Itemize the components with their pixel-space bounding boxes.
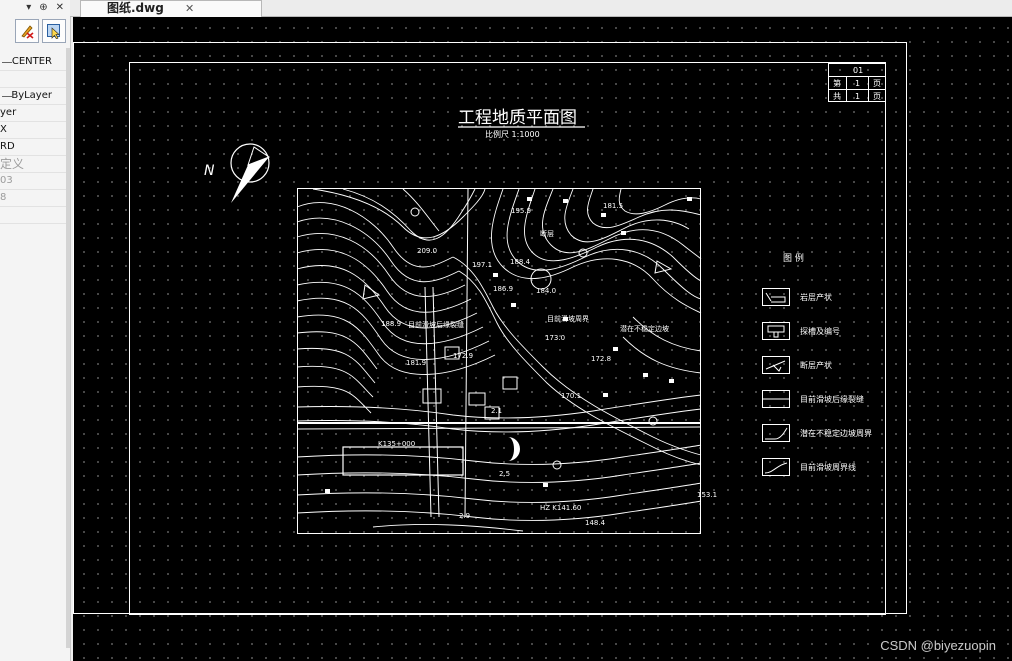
sheet-number: 01 [853, 66, 863, 75]
property-row[interactable] [0, 207, 66, 224]
map-label: 目前滑坡后缘裂缝 [408, 320, 464, 329]
property-value: 8 [0, 192, 7, 203]
map-label: 172.9 [453, 352, 473, 360]
property-value: CENTER [11, 56, 52, 67]
property-value: X [0, 124, 7, 135]
legend-label: 岩层产状 [800, 292, 832, 302]
linetype-preview [2, 62, 12, 63]
legend-item: 探槽及编号 [762, 322, 840, 340]
legend-item: 目前滑坡后缘裂缝 [762, 390, 864, 408]
map-label: 2.5 [499, 470, 510, 478]
map-label: 188.9 [381, 320, 401, 328]
document-tab-bar: 图纸.dwg ✕ [70, 0, 1012, 17]
map-label: 2.9 [459, 512, 470, 520]
map-label: 潜在不稳定边坡 [620, 324, 669, 333]
map-label: 184.0 [536, 287, 556, 295]
map-label: K135+000 [378, 440, 415, 448]
sheet-cell: 第 [833, 78, 841, 88]
legend-label: 目前滑坡后缘裂缝 [800, 394, 864, 404]
property-row[interactable] [0, 71, 66, 88]
property-row[interactable]: 定义 [0, 156, 66, 173]
sheet-cell: 页 [873, 92, 881, 101]
sheet-cell: 1 [855, 79, 860, 88]
map-label: 170.1 [561, 392, 581, 400]
sheet-cell: 共 [833, 92, 841, 101]
sheet-cell: 1 [855, 92, 860, 101]
sheet-cell: 页 [873, 79, 881, 88]
property-row[interactable]: 8 [0, 190, 66, 207]
select-objects-button[interactable] [42, 19, 66, 43]
dropdown-icon[interactable]: ▾ [26, 2, 31, 13]
property-row[interactable]: X [0, 122, 66, 139]
drawing-scale: 比例尺 1:1000 [485, 129, 540, 139]
sheet-table: 01 第 1 页 共 1 页 [828, 63, 886, 102]
close-icon[interactable]: ✕ [56, 2, 64, 13]
map-label: 172.8 [591, 355, 611, 363]
watermark: CSDN @biyezuopin [880, 638, 996, 653]
pencil-x-icon [21, 25, 34, 39]
property-value: 定义 [0, 157, 25, 171]
panel-toolbar [0, 16, 66, 46]
panel-controls: ▾ ⊕ ✕ [26, 0, 64, 14]
legend-label: 目前滑坡周界线 [800, 462, 856, 472]
map-label: 181.5 [603, 202, 623, 210]
tab-close-icon[interactable]: ✕ [185, 1, 194, 16]
map-label: 188.4 [510, 258, 531, 266]
map-label: 目前滑坡周界 [547, 314, 589, 323]
property-row[interactable]: 03 [0, 173, 66, 190]
toggle-pickadd-button[interactable] [15, 19, 39, 43]
panel-scrollbar[interactable] [66, 48, 70, 648]
legend-label: 探槽及编号 [800, 326, 840, 336]
map-label: 2.1 [491, 407, 502, 415]
legend-item: 断层产状 [762, 356, 832, 374]
north-arrow-icon: N [204, 143, 271, 203]
property-row[interactable]: yer [0, 105, 66, 122]
map-label: 181.9 [406, 359, 426, 367]
tab-label: 图纸.dwg [107, 1, 164, 15]
tab-drawing[interactable]: 图纸.dwg ✕ [80, 0, 262, 17]
legend-item: 目前滑坡周界线 [762, 458, 856, 476]
property-row[interactable]: RD [0, 139, 66, 156]
property-value: 03 [0, 175, 13, 186]
legend-item: 潜在不稳定边坡周界 [762, 424, 872, 442]
map-label: 148.4 [585, 519, 606, 527]
property-value: ByLayer [11, 90, 52, 101]
pin-icon[interactable]: ⊕ [39, 2, 47, 13]
legend: 岩层产状探槽及编号断层产状目前滑坡后缘裂缝潜在不稳定边坡周界目前滑坡周界线 [762, 288, 872, 476]
drawing-title: 工程地质平面图 [458, 108, 577, 128]
map-label: 195.9 [511, 207, 531, 215]
topographic-map [296, 188, 702, 534]
cad-drawing: 01 第 1 页 共 1 页 工程地质平面图 比例尺 1:1000 N 181.… [73, 42, 907, 615]
bridge-pier-icon [508, 437, 520, 461]
legend-label: 断层产状 [800, 360, 832, 370]
map-label: 197.1 [472, 261, 492, 269]
svg-text:N: N [204, 163, 215, 179]
map-label: HZ K141.60 [540, 504, 581, 512]
map-label: 186.9 [493, 285, 513, 293]
legend-label: 潜在不稳定边坡周界 [800, 428, 872, 438]
map-label: 173.0 [545, 334, 565, 342]
map-label: 断层 [540, 229, 554, 238]
property-value: RD [0, 141, 15, 152]
properties-panel: ▾ ⊕ ✕ CENTER ByLayer yer X RD 定义 03 8 [0, 0, 71, 661]
legend-title: 图 例 [783, 252, 804, 264]
legend-item: 岩层产状 [762, 288, 832, 306]
map-labels: 181.5 195.9 断层 209.0 197.1 188.4 186.9 184.0 188… [378, 202, 717, 527]
property-value: yer [0, 107, 17, 118]
property-row[interactable]: CENTER [0, 54, 66, 71]
map-label: 209.0 [417, 247, 437, 255]
map-label: 153.1 [697, 491, 717, 499]
select-objects-icon [47, 24, 60, 39]
property-row[interactable]: ByLayer [0, 88, 66, 105]
property-list: CENTER ByLayer yer X RD 定义 03 8 [0, 54, 66, 224]
drawing-canvas[interactable]: 01 第 1 页 共 1 页 工程地质平面图 比例尺 1:1000 N 181.… [73, 17, 1012, 661]
